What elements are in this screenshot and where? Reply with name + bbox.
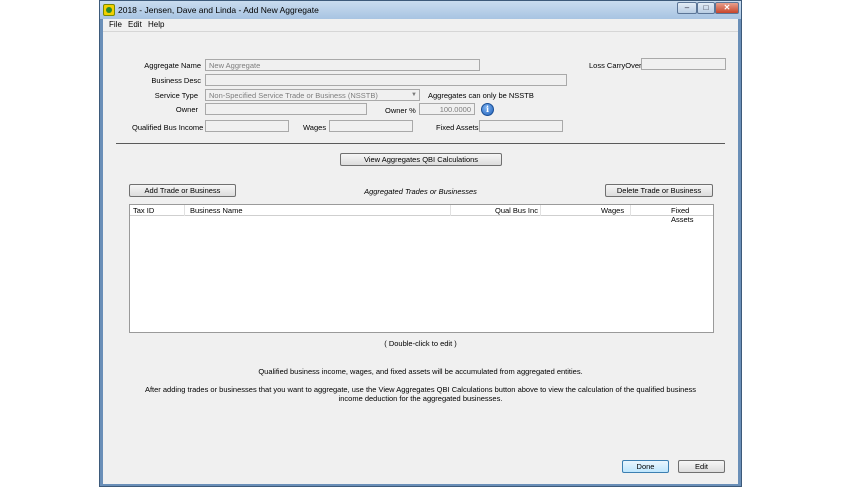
loss-carryover-label: Loss CarryOver [589, 61, 642, 70]
close-button[interactable]: ✕ [715, 2, 739, 14]
window-title: 2018 - Jensen, Dave and Linda - Add New … [118, 5, 319, 15]
column-separator [450, 205, 451, 216]
service-type-select[interactable]: Non-Specified Service Trade or Business … [205, 89, 420, 101]
business-desc-input[interactable] [205, 74, 567, 86]
done-button[interactable]: Done [622, 460, 669, 473]
app-logo-icon [103, 4, 115, 16]
qbi-input[interactable] [205, 120, 289, 132]
service-type-label: Service Type [154, 91, 198, 100]
loss-carryover-input[interactable] [641, 58, 726, 70]
note-accumulation: Qualified business income, wages, and fi… [258, 367, 583, 376]
menu-edit[interactable]: Edit [128, 20, 142, 29]
maximize-button[interactable]: □ [697, 2, 715, 14]
column-wages[interactable]: Wages [601, 206, 624, 215]
edit-button[interactable]: Edit [678, 460, 725, 473]
delete-trade-button[interactable]: Delete Trade or Business [605, 184, 713, 197]
chevron-down-icon: ▼ [411, 92, 417, 98]
wages-label: Wages [303, 123, 327, 132]
owner-label: Owner [175, 105, 198, 114]
double-click-hint: ( Double-click to edit ) [384, 339, 457, 348]
column-separator [184, 205, 185, 216]
table-header: Tax ID Business Name Qual Bus Inc Wages … [130, 205, 713, 224]
service-type-value: Non-Specified Service Trade or Business … [209, 91, 378, 100]
app-window: 2018 - Jensen, Dave and Linda - Add New … [99, 0, 742, 487]
wages-input[interactable] [329, 120, 413, 132]
info-icon[interactable]: i [481, 103, 494, 116]
aggregated-businesses-table[interactable]: Tax ID Business Name Qual Bus Inc Wages … [129, 204, 714, 333]
fixed-assets-input[interactable] [479, 120, 563, 132]
menu-file[interactable]: File [109, 20, 122, 29]
qbi-label: Qualified Bus Income [132, 123, 204, 132]
column-fixed-assets[interactable]: Fixed Assets [671, 206, 713, 224]
owner-pct-input[interactable]: 100.0000 [419, 103, 475, 115]
business-desc-label: Business Desc [151, 76, 201, 85]
aggregate-name-input[interactable]: New Aggregate [205, 59, 480, 71]
title-bar: 2018 - Jensen, Dave and Linda - Add New … [100, 1, 741, 19]
owner-input[interactable] [205, 103, 367, 115]
column-separator [540, 205, 541, 216]
menu-help[interactable]: Help [148, 20, 164, 29]
owner-pct-label: Owner % [385, 106, 416, 115]
minimize-button[interactable]: – [677, 2, 697, 14]
column-tax-id[interactable]: Tax ID [133, 206, 154, 215]
section-divider [116, 143, 725, 144]
note-instructions: After adding trades or businesses that y… [144, 385, 697, 403]
menu-bar: File Edit Help [103, 19, 738, 31]
aggregate-name-label: Aggregate Name [144, 61, 201, 70]
nsstb-note: Aggregates can only be NSSTB [428, 91, 534, 100]
view-qbi-calculations-button[interactable]: View Aggregates QBI Calculations [340, 153, 502, 166]
column-separator [630, 205, 631, 216]
dialog-body: Aggregate Name New Aggregate Loss CarryO… [103, 31, 738, 484]
column-qual-bus-inc[interactable]: Qual Bus Inc [495, 206, 538, 215]
column-business-name[interactable]: Business Name [190, 206, 243, 215]
fixed-assets-label: Fixed Assets [436, 123, 479, 132]
